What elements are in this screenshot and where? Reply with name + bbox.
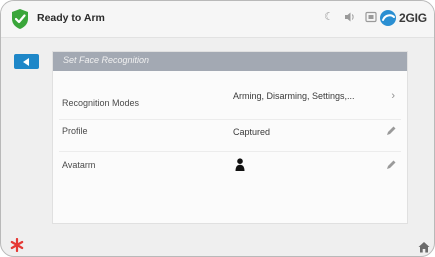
brand-logo: 2GIG [379,9,427,27]
asterisk-icon[interactable] [10,238,24,252]
panel-header: Set Face Recognition [53,52,407,71]
speaker-icon[interactable] [344,11,356,23]
status-bar: Ready to Arm ☾ 2GIG [1,1,434,38]
pencil-icon[interactable] [385,159,397,171]
status-icons: ☾ [323,11,377,23]
moon-icon[interactable]: ☾ [323,11,335,23]
person-icon [235,158,245,171]
avatar-row[interactable]: Avatarm [53,152,407,182]
back-button[interactable] [14,54,39,69]
recognition-modes-label: Recognition Modes [62,98,140,108]
profile-label: Profile [62,126,88,136]
brand-text: 2GIG [399,11,427,25]
home-icon[interactable] [418,241,430,253]
recognition-modes-value: Arming, Disarming, Settings,... [233,91,355,101]
page-title: Set Face Recognition [63,55,150,65]
chevron-right-icon[interactable]: › [391,90,395,102]
profile-row[interactable]: Profile Captured [53,120,407,150]
system-status-text: Ready to Arm [37,12,105,24]
shield-check-icon [12,9,28,29]
panel-screen: Ready to Arm ☾ 2GIG Set Face Recognition [0,0,435,257]
avatar-label: Avatarm [62,160,96,170]
profile-value: Captured [233,127,271,137]
camera-icon[interactable] [365,11,377,23]
pencil-icon[interactable] [385,125,397,137]
face-recognition-panel: Set Face Recognition Recognition Modes A… [52,51,408,224]
recognition-modes-row[interactable]: Recognition Modes Arming, Disarming, Set… [53,88,407,118]
brand-swirl-icon [380,10,396,26]
